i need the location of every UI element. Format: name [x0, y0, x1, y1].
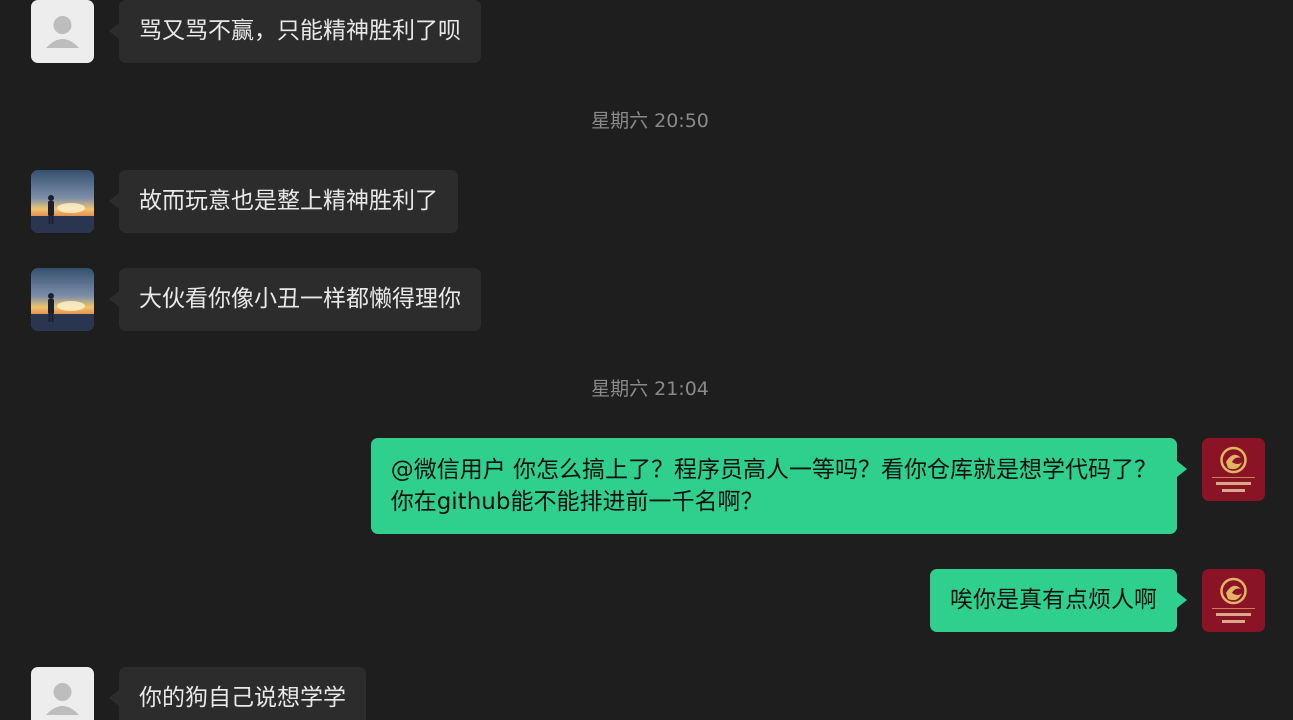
incoming-message-bubble[interactable]: 大伙看你像小丑一样都懒得理你 — [109, 268, 481, 331]
default-user-avatar-icon[interactable] — [31, 0, 94, 63]
sunset-silhouette-avatar-icon[interactable] — [31, 170, 94, 233]
gala-emblem-avatar-icon[interactable] — [1202, 438, 1265, 501]
timestamp: 星期六 20:50 — [591, 110, 709, 132]
message-text: 你的狗自己说想学学 — [139, 685, 346, 711]
chat-message-area[interactable]: 骂又骂不赢，只能精神胜利了呗 星期六 20:50 故而玩意也是整上精神胜利了 大… — [0, 0, 1293, 720]
incoming-message-bubble[interactable]: 骂又骂不赢，只能精神胜利了呗 — [109, 0, 481, 63]
outgoing-message-bubble[interactable]: @微信用户 你怎么搞上了？程序员高人一等吗？看你仓库就是想学代码了？ 你在git… — [370, 438, 1188, 534]
message-text: 骂又骂不赢，只能精神胜利了呗 — [139, 18, 461, 44]
timestamp: 星期六 21:04 — [591, 378, 709, 400]
message-text: 大伙看你像小丑一样都懒得理你 — [139, 286, 461, 312]
gala-emblem-avatar-icon[interactable] — [1202, 569, 1265, 632]
outgoing-message-bubble[interactable]: 唉你是真有点烦人啊 — [930, 569, 1187, 632]
message-text: 故而玩意也是整上精神胜利了 — [139, 188, 438, 214]
sunset-silhouette-avatar-icon[interactable] — [31, 268, 94, 331]
incoming-message-bubble[interactable]: 你的狗自己说想学学 — [109, 667, 366, 720]
incoming-message-bubble[interactable]: 故而玩意也是整上精神胜利了 — [109, 170, 458, 233]
message-text-line: 你在github能不能排进前一千名啊？ — [390, 489, 764, 515]
default-user-avatar-icon[interactable] — [31, 667, 94, 720]
message-text: 唉你是真有点烦人啊 — [950, 587, 1157, 613]
message-text-line: @微信用户 你怎么搞上了？程序员高人一等吗？看你仓库就是想学代码了？ — [390, 457, 1157, 483]
